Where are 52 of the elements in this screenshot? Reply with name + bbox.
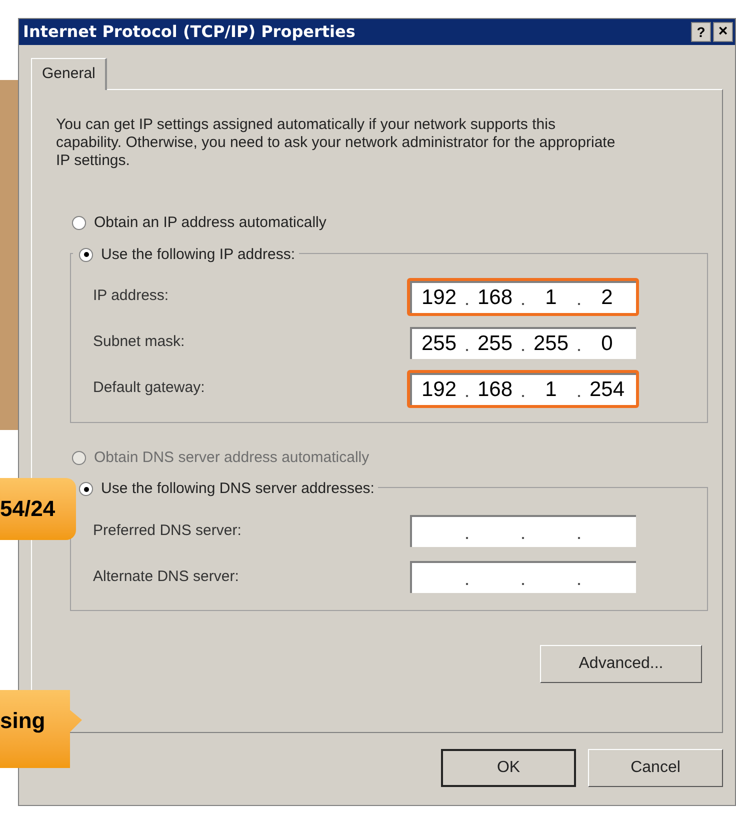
octet-value: 254 — [588, 376, 626, 403]
dot-separator-icon — [522, 394, 524, 396]
dot-separator-icon — [466, 302, 468, 304]
octet-value: 1 — [544, 376, 558, 403]
octet-value: 1 — [544, 284, 558, 311]
dot-separator-icon — [522, 302, 524, 304]
window-title: Internet Protocol (TCP/IP) Properties — [23, 21, 356, 43]
dot-separator-icon — [522, 537, 524, 539]
radio-label: Obtain DNS server address automatically — [94, 448, 370, 468]
callout: 54/24 — [0, 478, 76, 540]
field-label: Subnet mask: — [93, 332, 186, 352]
description-text: You can get IP settings assigned automatically if your network supports this capability. Otherwise, you need to ask your network administrator for the appropriate IP settings. — [56, 116, 616, 170]
octet-value: 168 — [476, 284, 514, 311]
radio-label: Use the following IP address: — [101, 244, 295, 264]
dot-separator-icon — [578, 583, 580, 585]
radio-button[interactable] — [72, 216, 86, 230]
ip-address-field[interactable] — [407, 512, 639, 550]
ip-address-field[interactable] — [407, 558, 639, 596]
dot-separator-icon — [466, 537, 468, 539]
dot-separator-icon — [522, 348, 524, 350]
dot-separator-icon — [522, 583, 524, 585]
octet-value: 0 — [600, 330, 614, 357]
tab[interactable]: General — [31, 58, 108, 90]
dot-separator-icon — [466, 348, 468, 350]
dot-separator-icon — [578, 394, 580, 396]
advanced-button[interactable]: Advanced... — [540, 645, 702, 683]
dialog-button[interactable]: Cancel — [588, 749, 723, 787]
octet-value: 255 — [420, 330, 458, 357]
octet-value: 192 — [420, 376, 458, 403]
radio-label: Obtain an IP address automatically — [94, 213, 326, 233]
radio-button[interactable] — [79, 248, 93, 262]
field-label: Default gateway: — [93, 378, 206, 398]
octet-value: 2 — [600, 284, 614, 311]
dot-separator-icon — [578, 302, 580, 304]
field-label: Alternate DNS server: — [93, 566, 240, 587]
dot-separator-icon — [578, 537, 580, 539]
ip-address-field[interactable]: 192 168 1 254 — [407, 370, 639, 408]
dot-separator-icon — [466, 583, 468, 585]
dot-separator-icon — [578, 348, 580, 350]
octet-value: 168 — [476, 376, 514, 403]
octet-value: 192 — [420, 284, 458, 311]
field-label: Preferred DNS server: — [93, 520, 242, 541]
octet-value: 255 — [532, 330, 570, 357]
octet-value: 255 — [476, 330, 514, 357]
field-label: IP address: — [93, 286, 170, 306]
dialog-button[interactable]: OK — [441, 749, 576, 787]
help-button[interactable]: ? — [691, 22, 711, 42]
dot-separator-icon — [466, 394, 468, 396]
ip-address-field[interactable]: 192 168 1 2 — [407, 278, 639, 316]
close-button[interactable]: × — [713, 22, 733, 42]
radio-label: Use the following DNS server addresses: — [101, 479, 374, 499]
radio-button[interactable] — [79, 482, 93, 496]
